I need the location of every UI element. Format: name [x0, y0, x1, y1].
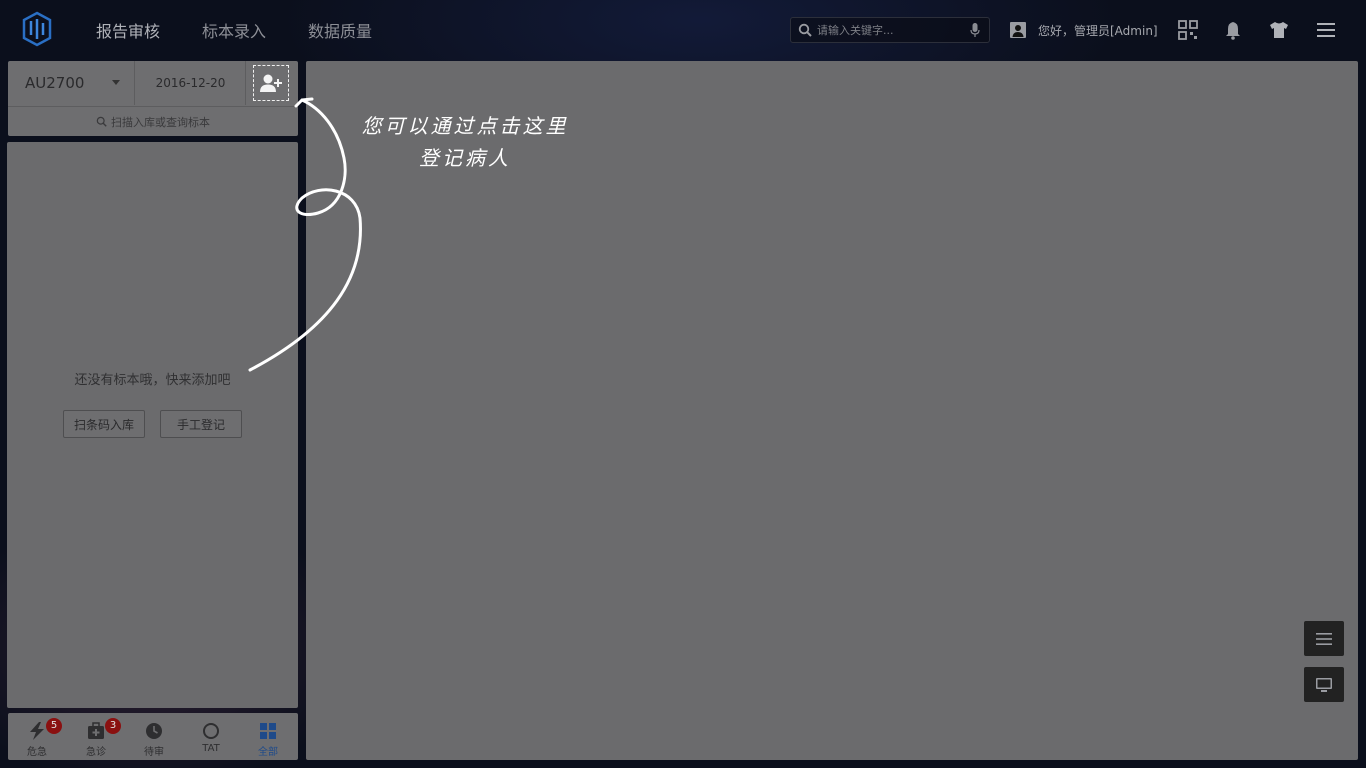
microphone-icon[interactable]	[970, 23, 980, 38]
date-picker[interactable]: 2016-12-20	[136, 61, 246, 105]
date-value: 2016-12-20	[155, 76, 226, 90]
caret-down-icon	[112, 80, 120, 85]
user-icon	[1010, 22, 1026, 38]
tab-emergency[interactable]: 3 急诊	[72, 713, 121, 760]
emergency-count-badge: 3	[105, 718, 121, 734]
bell-icon[interactable]	[1223, 20, 1243, 40]
manual-register-button[interactable]: 手工登记	[160, 410, 242, 438]
clock-icon	[146, 723, 162, 739]
scan-search-placeholder: 扫描入库或查询标本	[111, 115, 210, 129]
device-select[interactable]: AU2700	[8, 61, 135, 105]
scan-barcode-button[interactable]: 扫条码入库	[63, 410, 145, 438]
nav-report-review[interactable]: 报告审核	[96, 18, 160, 42]
grid-icon	[260, 723, 276, 739]
search-icon	[798, 23, 812, 37]
search-input[interactable]	[817, 21, 957, 39]
tab-label: 待审	[144, 747, 164, 758]
guide-line-1: 您可以通过点击这里	[361, 114, 569, 138]
tab-label: 全部	[258, 747, 278, 758]
device-value: AU2700	[25, 74, 85, 92]
tab-label: 急诊	[86, 747, 106, 758]
medical-kit-icon	[88, 722, 104, 739]
tab-tat[interactable]: TAT	[187, 713, 235, 760]
top-bar: 报告审核 标本录入 数据质量 您好，管理员[Admin]	[0, 0, 1366, 60]
nav-specimen-entry[interactable]: 标本录入	[202, 18, 266, 42]
app-logo-icon[interactable]	[20, 11, 54, 47]
tab-critical[interactable]: 5 危急	[13, 713, 62, 760]
tab-label: TAT	[202, 743, 220, 754]
qr-code-icon[interactable]	[1178, 20, 1198, 40]
guide-hint: 您可以通过点击这里 登记病人	[340, 110, 590, 174]
search-icon	[96, 116, 107, 127]
guide-line-2: 登记病人	[419, 146, 511, 170]
filter-tabs: 5 危急 3 急诊 待审 TAT 全部	[8, 713, 298, 760]
lightning-icon	[30, 722, 44, 740]
user-greeting: 您好，管理员[Admin]	[1038, 23, 1158, 38]
theme-shirt-icon[interactable]	[1269, 20, 1289, 40]
list-view-button[interactable]	[1304, 621, 1344, 656]
menu-icon[interactable]	[1316, 20, 1336, 40]
monitor-icon	[1316, 677, 1332, 692]
tab-all[interactable]: 全部	[244, 713, 292, 760]
tab-label: 危急	[27, 747, 47, 758]
circle-icon	[203, 723, 219, 739]
search-box	[790, 17, 990, 43]
nav-data-quality[interactable]: 数据质量	[308, 18, 372, 42]
main-nav: 报告审核 标本录入 数据质量	[96, 0, 414, 60]
tab-pending-review[interactable]: 待审	[130, 713, 178, 760]
critical-count-badge: 5	[46, 718, 62, 734]
list-icon	[1316, 632, 1332, 645]
user-info[interactable]: 您好，管理员[Admin]	[1010, 20, 1158, 40]
monitor-view-button[interactable]	[1304, 667, 1344, 702]
